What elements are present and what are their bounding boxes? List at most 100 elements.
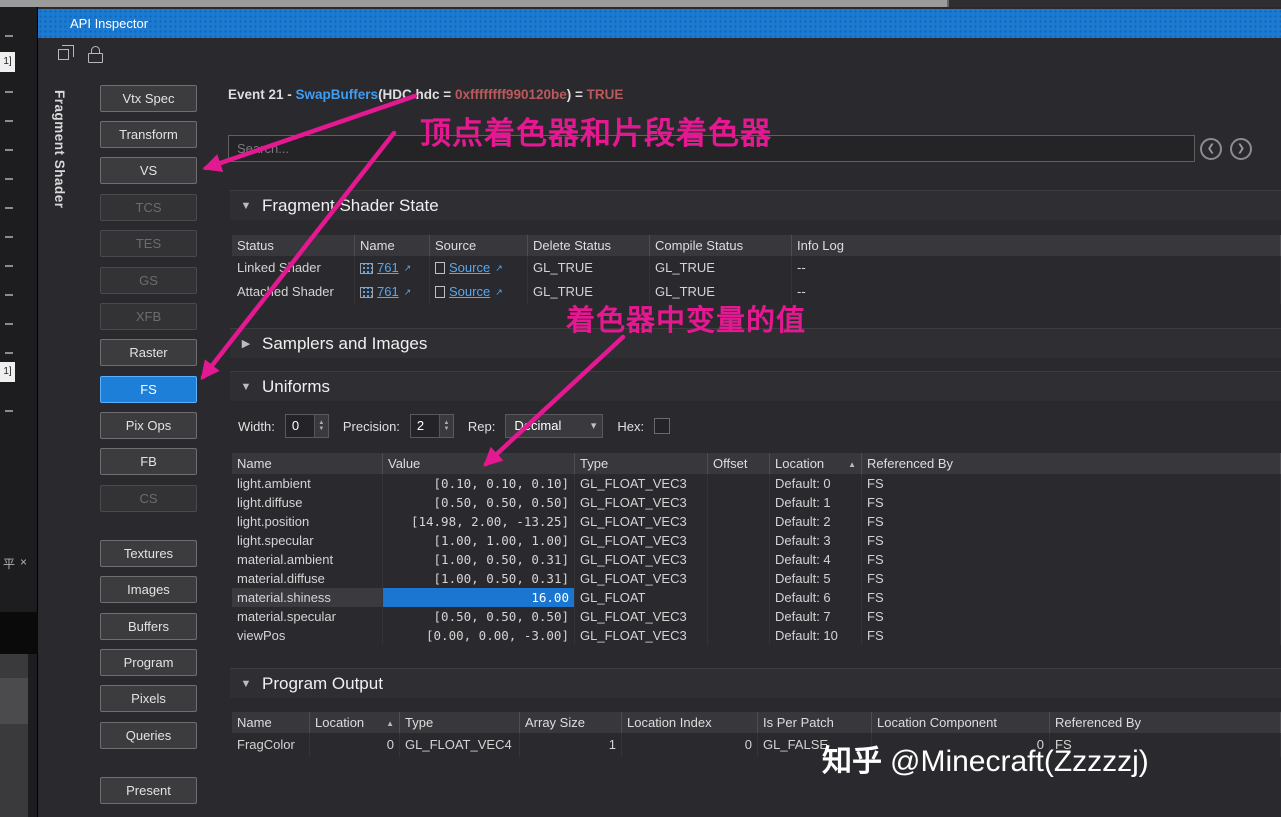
sidebar-item-vs[interactable]: VS bbox=[100, 157, 197, 184]
column-header[interactable]: Location Component bbox=[872, 712, 1050, 733]
search-prev-button[interactable]: ❮ bbox=[1200, 138, 1222, 160]
column-header[interactable]: Referenced By bbox=[862, 453, 1281, 474]
sidebar-item-tes: TES bbox=[100, 230, 197, 257]
sidebar-item-textures[interactable]: Textures bbox=[100, 540, 197, 567]
width-stepper[interactable]: 0 ▲ ▼ bbox=[284, 414, 329, 438]
sidebar-item-program[interactable]: Program bbox=[100, 649, 197, 676]
cell-value[interactable]: [14.98, 2.00, -13.25] bbox=[383, 512, 575, 531]
precision-stepper[interactable]: 2 ▲ ▼ bbox=[409, 414, 454, 438]
close-icon[interactable]: × bbox=[20, 555, 27, 569]
background-scrollbar[interactable] bbox=[0, 0, 947, 7]
cell-location: Default: 6 bbox=[770, 588, 862, 607]
rail-tag: 1] bbox=[0, 52, 15, 72]
search-next-button[interactable]: ❯ bbox=[1230, 138, 1252, 160]
fragment-shader-state-table: Status Name Source Delete Status Compile… bbox=[232, 235, 1281, 304]
sidebar-item-present[interactable]: Present bbox=[100, 777, 197, 804]
shader-id-link[interactable]: 761 bbox=[377, 256, 399, 280]
column-header[interactable]: Offset bbox=[708, 453, 770, 474]
column-header[interactable]: Value bbox=[383, 453, 575, 474]
column-header[interactable]: Location Index bbox=[622, 712, 758, 733]
cell-referenced-by: FS bbox=[862, 531, 1281, 550]
external-link-icon: ↗ bbox=[403, 287, 412, 297]
sidebar-item-pix-ops[interactable]: Pix Ops bbox=[100, 412, 197, 439]
cell-value-selected[interactable]: 16.00 bbox=[383, 588, 575, 607]
document-icon bbox=[435, 262, 445, 274]
event-function[interactable]: SwapBuffers bbox=[296, 87, 379, 102]
column-header[interactable]: Type bbox=[575, 453, 708, 474]
hex-checkbox[interactable] bbox=[654, 418, 671, 434]
background-scrollbar-track bbox=[947, 0, 1281, 7]
column-header[interactable]: Compile Status bbox=[650, 235, 792, 256]
chevron-down-icon: ▼ bbox=[240, 677, 252, 690]
chevron-down-icon: ▼ bbox=[240, 199, 252, 212]
column-header[interactable]: Delete Status bbox=[528, 235, 650, 256]
column-header[interactable]: Name bbox=[232, 453, 383, 474]
rep-value: Decimal bbox=[514, 418, 562, 433]
event-prefix: Event 21 - bbox=[228, 87, 296, 102]
cell-location: Default: 7 bbox=[770, 607, 862, 626]
section-program-output[interactable]: ▼ Program Output bbox=[230, 668, 1281, 698]
source-link[interactable]: Source bbox=[449, 280, 490, 304]
column-header[interactable]: Source bbox=[430, 235, 528, 256]
sidebar-item-transform[interactable]: Transform bbox=[100, 121, 197, 148]
sidebar-item-images[interactable]: Images bbox=[100, 576, 197, 603]
cell-value[interactable]: [0.00, 0.00, -3.00] bbox=[383, 626, 575, 645]
cell-type: GL_FLOAT_VEC3 bbox=[575, 493, 708, 512]
sidebar-item-queries[interactable]: Queries bbox=[100, 722, 197, 749]
column-header[interactable]: Referenced By bbox=[1050, 712, 1281, 733]
cell-value[interactable]: [0.50, 0.50, 0.50] bbox=[383, 607, 575, 626]
section-samplers-and-images[interactable]: ▶ Samplers and Images bbox=[230, 328, 1281, 358]
search-input[interactable] bbox=[228, 135, 1195, 162]
column-header[interactable]: Is Per Patch bbox=[758, 712, 872, 733]
rail-dash bbox=[5, 352, 13, 354]
sidebar-item-raster[interactable]: Raster bbox=[100, 339, 197, 366]
shader-id-link[interactable]: 761 bbox=[377, 280, 399, 304]
rep-label: Rep: bbox=[467, 418, 496, 434]
column-header-location[interactable]: Location ▲ bbox=[310, 712, 400, 733]
cell-location: Default: 1 bbox=[770, 493, 862, 512]
column-header[interactable]: Array Size bbox=[520, 712, 622, 733]
stepper-arrows-icon[interactable]: ▲ ▼ bbox=[313, 415, 328, 437]
source-link[interactable]: Source bbox=[449, 256, 490, 280]
cell-value[interactable]: [1.00, 0.50, 0.31] bbox=[383, 569, 575, 588]
clone-view-icon[interactable] bbox=[58, 45, 74, 60]
sidebar-item-buffers[interactable]: Buffers bbox=[100, 613, 197, 640]
column-header[interactable]: Status bbox=[232, 235, 355, 256]
section-uniforms[interactable]: ▼ Uniforms bbox=[230, 371, 1281, 401]
sidebar-group-label: Fragment Shader bbox=[52, 90, 67, 209]
cell-type: GL_FLOAT_VEC3 bbox=[575, 512, 708, 531]
cell-value[interactable]: [0.10, 0.10, 0.10] bbox=[383, 474, 575, 493]
sidebar-item-pixels[interactable]: Pixels bbox=[100, 685, 197, 712]
cell-name: material.specular bbox=[232, 607, 383, 626]
sidebar-item-fs[interactable]: FS bbox=[100, 376, 197, 403]
sidebar-item-fb[interactable]: FB bbox=[100, 448, 197, 475]
section-fragment-shader-state[interactable]: ▼ Fragment Shader State bbox=[230, 190, 1281, 220]
chevron-right-icon: ▶ bbox=[241, 338, 251, 350]
sidebar-item-tcs: TCS bbox=[100, 194, 197, 221]
stepper-arrows-icon[interactable]: ▲ ▼ bbox=[438, 415, 453, 437]
sidebar-item-vtx-spec[interactable]: Vtx Spec bbox=[100, 85, 197, 112]
cell-referenced-by: FS bbox=[862, 607, 1281, 626]
rail-gray-block-segment bbox=[0, 678, 28, 724]
cell-value[interactable]: [1.00, 0.50, 0.31] bbox=[383, 550, 575, 569]
column-header[interactable]: Info Log bbox=[792, 235, 1281, 256]
cell-offset bbox=[708, 531, 770, 550]
rep-dropdown[interactable]: Decimal ▾ bbox=[505, 414, 604, 438]
watermark-handle: @Minecraft(Zzzzzj) bbox=[890, 745, 1149, 778]
column-header[interactable]: Name bbox=[232, 712, 310, 733]
cell-value[interactable]: [0.50, 0.50, 0.50] bbox=[383, 493, 575, 512]
column-header-location[interactable]: Location ▲ bbox=[770, 453, 862, 474]
window-titlebar[interactable]: API Inspector bbox=[38, 9, 1281, 38]
cell-referenced-by: FS bbox=[862, 626, 1281, 645]
cell-location: Default: 0 bbox=[770, 474, 862, 493]
section-title: Fragment Shader State bbox=[262, 195, 439, 215]
pin-icon[interactable]: 平 bbox=[3, 555, 15, 572]
cell-offset bbox=[708, 607, 770, 626]
column-header[interactable]: Type bbox=[400, 712, 520, 733]
cell-type: GL_FLOAT_VEC3 bbox=[575, 550, 708, 569]
column-header[interactable]: Name bbox=[355, 235, 430, 256]
cell-referenced-by: FS bbox=[862, 550, 1281, 569]
cell-value[interactable]: [1.00, 1.00, 1.00] bbox=[383, 531, 575, 550]
cell-offset bbox=[708, 474, 770, 493]
chevron-down-icon: ▾ bbox=[590, 420, 597, 432]
